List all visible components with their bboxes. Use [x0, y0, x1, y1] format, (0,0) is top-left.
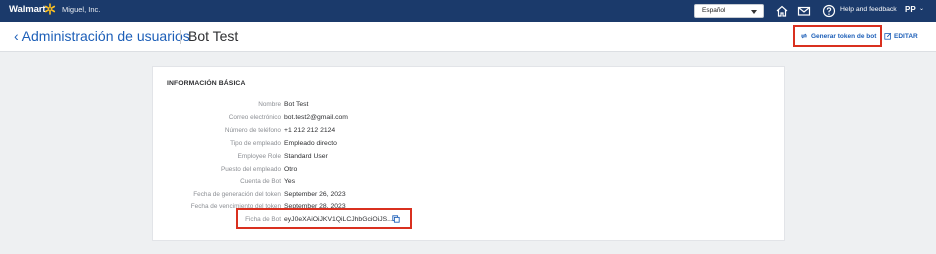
generate-token-button[interactable]: Generar token de bot: [793, 25, 882, 47]
chevron-down-icon[interactable]: ⌄: [919, 5, 924, 12]
field-label: Cuenta de Bot: [240, 178, 281, 185]
company-name: Miguel, Inc.: [62, 5, 101, 14]
field-row-employee-role: Employee Role Standard User: [153, 153, 553, 165]
page-header: ‹ Administración de usuarios Bot Test Gen…: [0, 22, 936, 52]
field-label: Puesto del empleado: [220, 166, 281, 173]
chevron-left-icon: ‹: [14, 28, 19, 44]
help-icon[interactable]: [822, 4, 836, 18]
field-label: Número de teléfono: [224, 127, 281, 134]
field-value: +1 212 212 2124: [284, 126, 336, 134]
bot-token-value[interactable]: eyJ0eXAiOiJKV1QiLCJhbGciOiJS...: [284, 216, 393, 223]
basic-info-card: INFORMACIÓN BÁSICA Nombre Bot Test Corre…: [152, 66, 785, 241]
edit-button[interactable]: EDITAR: [884, 32, 918, 40]
field-value: bot.test2@gmail.com: [284, 113, 348, 121]
copy-icon[interactable]: [392, 215, 400, 223]
field-label: Tipo de empleado: [230, 140, 281, 147]
field-label: Correo electrónico: [228, 114, 281, 121]
section-title: INFORMACIÓN BÁSICA: [167, 80, 246, 87]
refresh-icon: [800, 33, 808, 39]
field-row-phone: Número de teléfono +1 212 212 2124: [153, 127, 553, 139]
home-icon[interactable]: [775, 4, 789, 18]
back-link[interactable]: ‹ Administración de usuarios: [14, 28, 190, 44]
field-value: Empleado directo: [284, 139, 337, 147]
language-select[interactable]: Español: [694, 4, 764, 18]
field-row-bot-account: Cuenta de Bot Yes: [153, 178, 553, 190]
user-avatar[interactable]: PP: [905, 5, 916, 14]
field-value: Otro: [284, 165, 298, 173]
page-title: Bot Test: [188, 28, 239, 44]
mail-icon[interactable]: [797, 4, 811, 18]
edit-label: EDITAR: [894, 32, 918, 40]
field-label: Nombre: [258, 101, 281, 108]
help-feedback-link[interactable]: Help and feedback: [840, 6, 897, 13]
field-label: Ficha de Bot: [245, 216, 281, 223]
field-row-email: Correo electrónico bot.test2@gmail.com: [153, 114, 553, 126]
field-row-position: Puesto del empleado Otro: [153, 166, 553, 178]
generate-token-label: Generar token de bot: [811, 32, 877, 40]
field-label: Fecha de generación del token: [193, 191, 281, 198]
walmart-spark-icon: [44, 3, 56, 15]
field-value: Standard User: [284, 152, 328, 160]
edit-icon: [884, 32, 892, 40]
field-row-employee-type: Tipo de empleado Empleado directo: [153, 140, 553, 152]
language-select-value: Español: [702, 7, 726, 14]
field-row-token-generated: Fecha de generación del token September …: [153, 191, 553, 203]
field-value: September 26, 2023: [284, 190, 346, 198]
walmart-logo-text[interactable]: Walmart: [9, 4, 46, 15]
field-value: Bot Test: [284, 100, 309, 108]
field-row-name: Nombre Bot Test: [153, 101, 553, 113]
back-link-label: Administración de usuarios: [21, 28, 190, 44]
top-nav-bar: Walmart Miguel, Inc. Español Help and fe…: [0, 0, 936, 22]
chevron-down-icon: [751, 10, 757, 14]
field-value: Yes: [284, 177, 296, 185]
title-divider: [180, 30, 181, 44]
field-row-bot-token: Ficha de Bot eyJ0eXAiOiJKV1QiLCJhbGciOiJ…: [153, 216, 553, 228]
field-label: Employee Role: [237, 153, 281, 160]
